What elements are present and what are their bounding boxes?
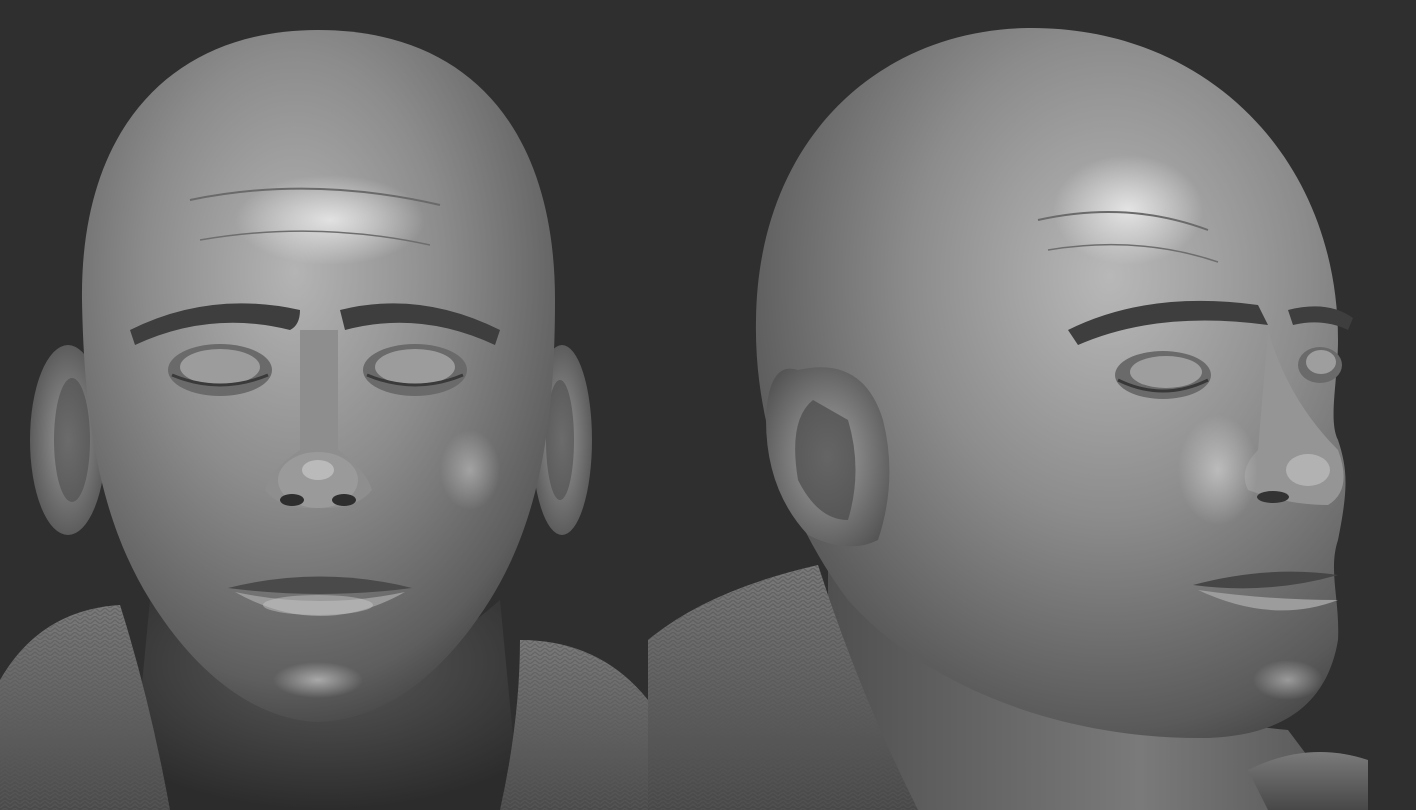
- three-quarter-view-render: [648, 0, 1416, 810]
- sculpt-render-canvas: [0, 0, 1416, 810]
- front-view-render: [0, 0, 648, 810]
- front-head-sculpt-icon: [0, 30, 648, 810]
- ear-icon: [766, 367, 890, 547]
- three-quarter-head-sculpt-icon: [648, 27, 1368, 810]
